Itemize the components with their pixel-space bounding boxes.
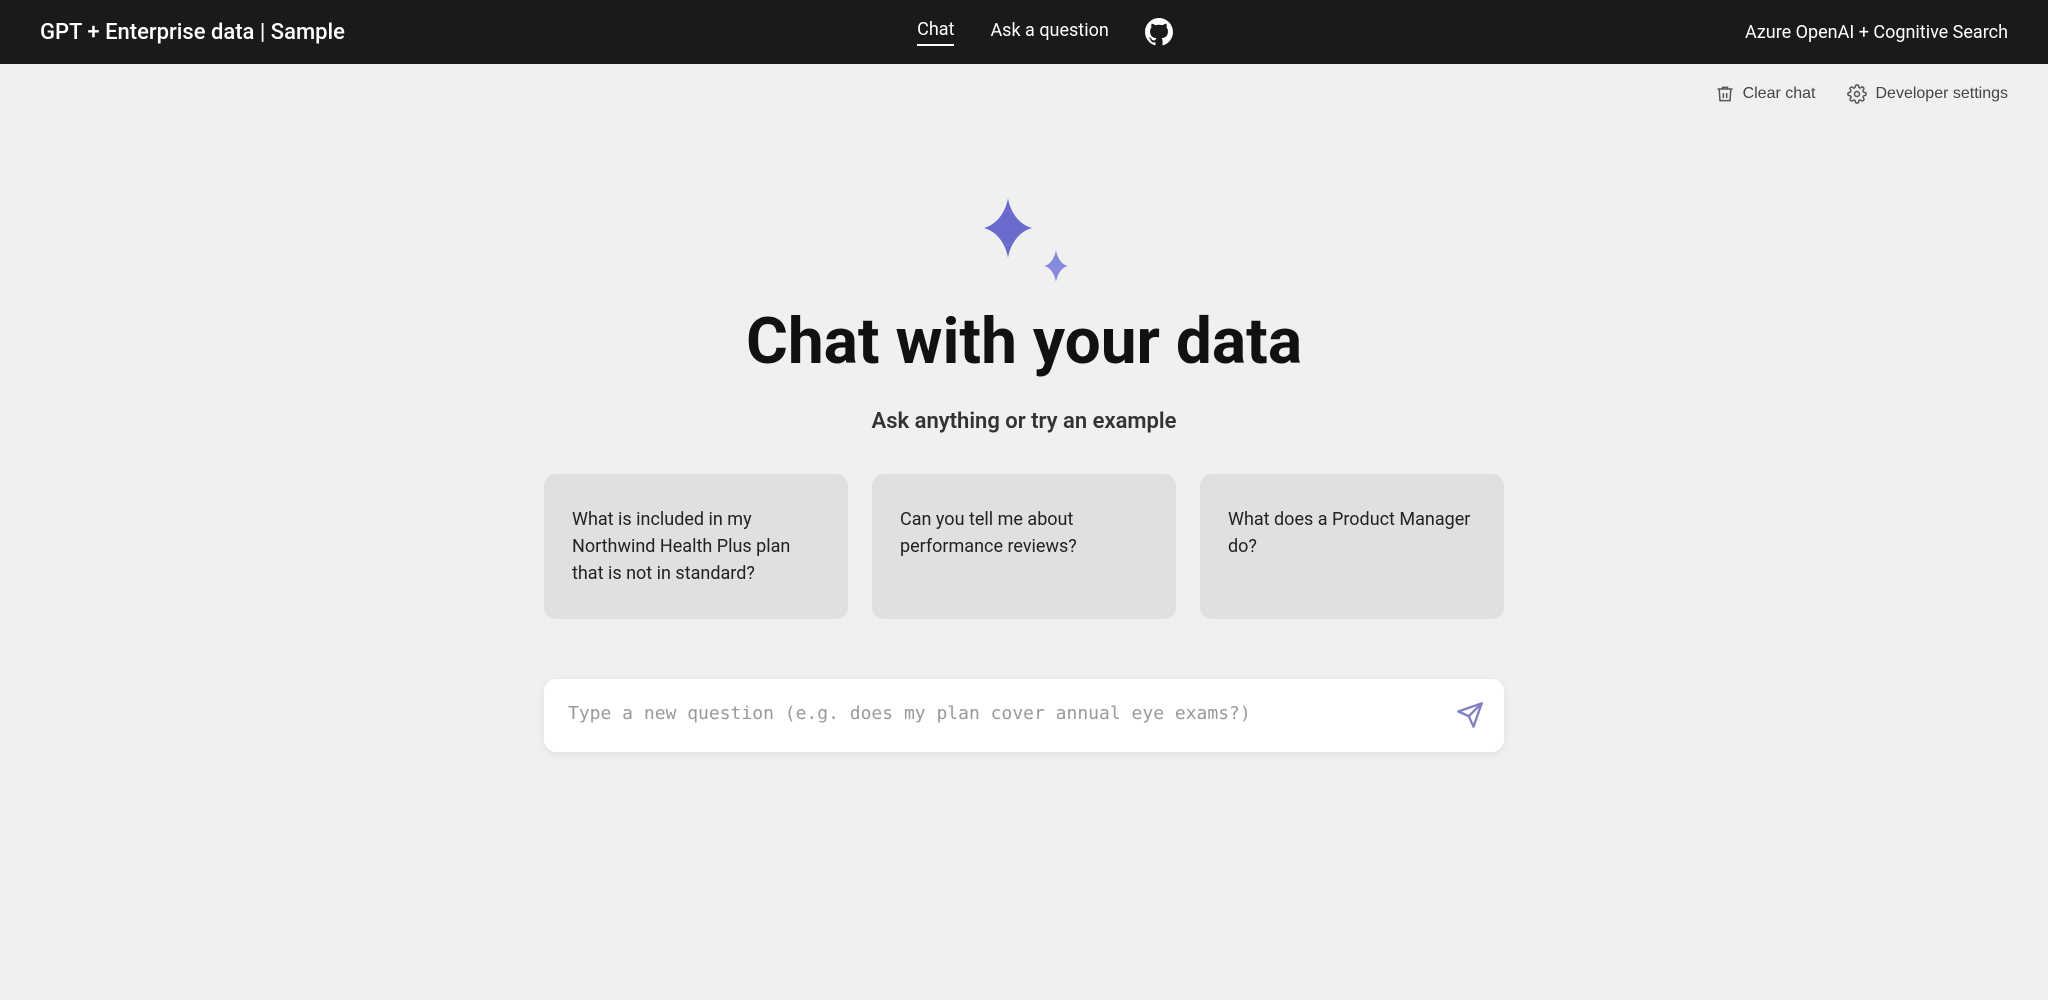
toolbar: Clear chat Developer settings (0, 64, 2048, 114)
main-content: Chat with your data Ask anything or try … (0, 114, 2048, 752)
sparkle-small-icon (1038, 248, 1074, 284)
app-title: GPT + Enterprise data | Sample (40, 20, 345, 45)
send-icon (1456, 701, 1484, 729)
nav-ask[interactable]: Ask a question (990, 20, 1108, 45)
trash-icon (1715, 84, 1735, 104)
developer-settings-button[interactable]: Developer settings (1847, 84, 2008, 104)
nav-chat[interactable]: Chat (917, 19, 954, 46)
sparkle-decoration (974, 194, 1074, 284)
example-card-1[interactable]: What is included in my Northwind Health … (544, 474, 848, 619)
clear-chat-button[interactable]: Clear chat (1715, 84, 1816, 104)
hero-title: Chat with your data (746, 304, 1302, 379)
example-cards: What is included in my Northwind Health … (544, 474, 1504, 619)
sparkle-large-icon (974, 194, 1042, 262)
main-nav: Chat Ask a question (917, 18, 1173, 46)
example-card-2[interactable]: Can you tell me about performance review… (872, 474, 1176, 619)
send-button[interactable] (1456, 701, 1484, 732)
azure-label: Azure OpenAI + Cognitive Search (1745, 22, 2008, 43)
chat-input[interactable] (568, 703, 1444, 724)
header: GPT + Enterprise data | Sample Chat Ask … (0, 0, 2048, 64)
github-icon[interactable] (1145, 18, 1173, 46)
gear-icon (1847, 84, 1867, 104)
chat-input-container (544, 679, 1504, 752)
example-card-3[interactable]: What does a Product Manager do? (1200, 474, 1504, 619)
hero-subtitle: Ask anything or try an example (872, 409, 1177, 434)
